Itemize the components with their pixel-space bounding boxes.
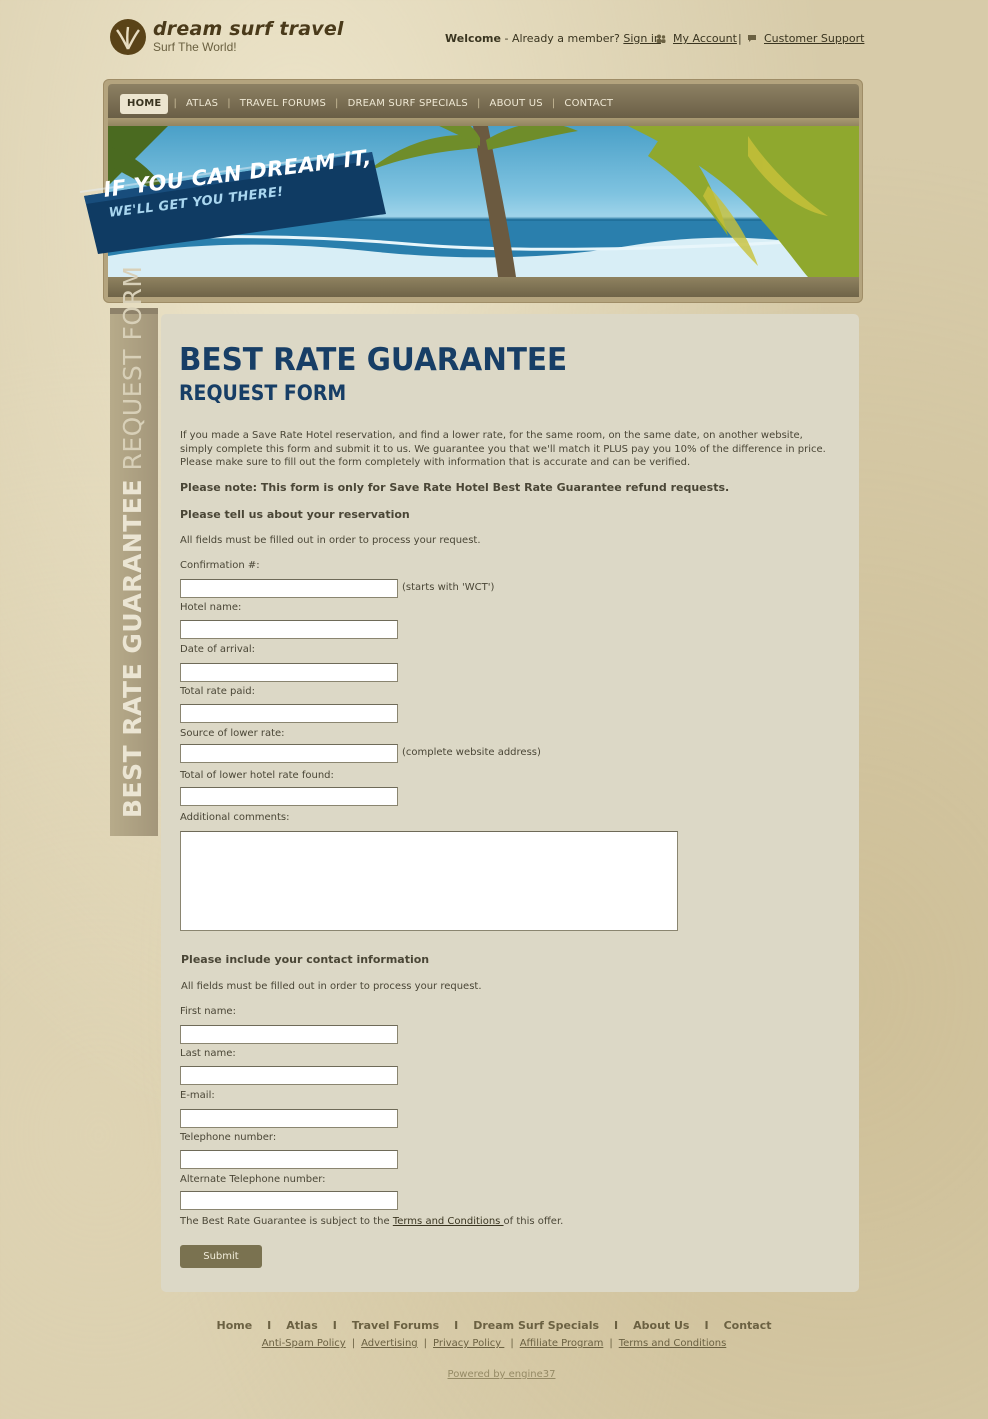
last-name-input[interactable] (180, 1066, 398, 1085)
date-arrival-input[interactable] (180, 663, 398, 682)
terms-conditions-link[interactable]: Terms and Conditions (619, 1338, 727, 1349)
footer-nav: Home I Atlas I Travel Forums I Dream Surf Spec… (0, 1319, 988, 1332)
nav-about-us[interactable]: ABOUT US (486, 94, 547, 114)
powered-by-link[interactable]: Powered by engine37 (448, 1369, 556, 1380)
side-title-bold: BEST RATE GUARANTEE (118, 478, 147, 818)
source-lower-hint: (complete website address) (402, 747, 541, 758)
footer-nav-dream-surf-specials[interactable]: Dream Surf Specials (473, 1319, 599, 1332)
total-lower-label: Total of lower hotel rate found: (180, 770, 334, 781)
terms-link[interactable]: Terms and Conditions (393, 1216, 504, 1227)
footer-nav-about-us[interactable]: About Us (633, 1319, 689, 1332)
top-links-separator: | (738, 32, 742, 45)
side-title-light: REQUEST FORM (118, 265, 147, 479)
welcome-message: Welcome - Already a member? Sign in (445, 32, 661, 45)
nav-separator: | (335, 98, 339, 109)
total-rate-label: Total rate paid: (180, 686, 255, 697)
nav-separator: | (551, 98, 556, 109)
footer-link-separator: | (609, 1338, 613, 1349)
confirmation-input[interactable] (180, 579, 398, 598)
submit-button[interactable]: Submit (180, 1245, 262, 1268)
support-chat-icon (748, 35, 756, 42)
footer-nav-separator: I (614, 1319, 619, 1332)
footer-nav-contact[interactable]: Contact (724, 1319, 772, 1332)
advertising-link[interactable]: Advertising (361, 1338, 418, 1349)
powered-by: Powered by engine37 (0, 1369, 988, 1380)
confirmation-label: Confirmation #: (180, 560, 260, 571)
total-rate-input[interactable] (180, 704, 398, 723)
hotel-name-input[interactable] (180, 620, 398, 639)
footer-nav-travel-forums[interactable]: Travel Forums (352, 1319, 439, 1332)
nav-contact[interactable]: CONTACT (560, 94, 617, 114)
logo-tagline: Surf The World! (153, 40, 237, 54)
alt-telephone-label: Alternate Telephone number: (180, 1174, 326, 1185)
reservation-heading: Please tell us about your reservation (180, 508, 410, 521)
page-subtitle: REQUEST FORM (179, 381, 347, 405)
nav-separator: | (476, 98, 481, 109)
email-input[interactable] (180, 1109, 398, 1128)
customer-support-link[interactable]: Customer Support (764, 32, 864, 45)
footer-link-separator: | (510, 1338, 514, 1349)
nav-stripe (108, 118, 859, 126)
footer-nav-separator: I (704, 1319, 709, 1332)
footer-links: Anti-Spam Policy | Advertising | Privacy Pol… (0, 1338, 988, 1349)
terms-post: of this offer. (503, 1216, 564, 1227)
footer-nav-atlas[interactable]: Atlas (286, 1319, 318, 1332)
page-title: BEST RATE GUARANTEE (179, 342, 568, 378)
nav-travel-forums[interactable]: TRAVEL FORUMS (236, 94, 330, 114)
nav-dream-surf-specials[interactable]: DREAM SURF SPECIALS (344, 94, 472, 114)
logo-leaf-icon (110, 19, 146, 55)
side-title-tab: BEST RATE GUARANTEE REQUEST FORM (110, 265, 158, 836)
my-account-item: My Account (656, 32, 737, 45)
date-arrival-label: Date of arrival: (180, 644, 256, 655)
contact-heading: Please include your contact information (181, 953, 430, 966)
nav-atlas[interactable]: ATLAS (182, 94, 222, 114)
nav-separator: | (227, 98, 231, 109)
nav-separator: | (173, 98, 178, 109)
first-name-label: First name: (180, 1006, 236, 1017)
welcome-label: Welcome (445, 32, 501, 45)
top-links: Welcome - Already a member? Sign in My A… (445, 32, 864, 48)
comments-textarea[interactable] (180, 831, 678, 931)
source-lower-label: Source of lower rate: (180, 728, 285, 739)
customer-support-item: Customer Support (747, 32, 864, 45)
hotel-name-label: Hotel name: (180, 602, 242, 613)
slogan-board: IF YOU CAN DREAM IT, WE'LL GET YOU THERE… (80, 145, 388, 254)
privacy-policy-link[interactable]: Privacy Policy (433, 1338, 504, 1349)
side-title-text: BEST RATE GUARANTEE REQUEST FORM (118, 265, 147, 818)
intro-paragraph: If you made a Save Rate Hotel reservatio… (180, 430, 826, 468)
footer-nav-home[interactable]: Home (216, 1319, 252, 1332)
banner-bottom-bar (108, 277, 859, 297)
footer-nav-separator: I (454, 1319, 459, 1332)
logo-name: dream surf travel (153, 18, 344, 40)
first-name-input[interactable] (180, 1025, 398, 1044)
account-icon (656, 34, 666, 43)
note-text: Please note: This form is only for Save … (180, 481, 730, 494)
welcome-text: - Already a member? (500, 32, 624, 45)
total-lower-input[interactable] (180, 787, 398, 806)
telephone-label: Telephone number: (180, 1132, 277, 1143)
last-name-label: Last name: (180, 1048, 236, 1059)
alt-telephone-input[interactable] (180, 1191, 398, 1210)
footer-nav-separator: I (267, 1319, 272, 1332)
terms-pre: The Best Rate Guarantee is subject to th… (180, 1216, 393, 1227)
terms-text: The Best Rate Guarantee is subject to th… (180, 1216, 563, 1227)
comments-label: Additional comments: (180, 812, 290, 823)
my-account-link[interactable]: My Account (673, 32, 737, 45)
footer-link-separator: | (351, 1338, 356, 1349)
required-note: All fields must be filled out in order t… (180, 535, 481, 546)
source-lower-input[interactable] (180, 744, 398, 763)
email-label: E-mail: (180, 1090, 215, 1101)
nav-home[interactable]: HOME (120, 94, 169, 114)
contact-required-note: All fields must be filled out in order t… (181, 981, 482, 992)
main-nav: HOME | ATLAS | TRAVEL FORUMS | DREAM SURF SPEC… (108, 84, 859, 126)
footer-link-separator: | (423, 1338, 428, 1349)
telephone-input[interactable] (180, 1150, 398, 1169)
affiliate-program-link[interactable]: Affiliate Program (520, 1338, 604, 1349)
anti-spam-link[interactable]: Anti-Spam Policy (262, 1338, 346, 1349)
confirmation-hint: (starts with 'WCT') (402, 582, 495, 593)
footer-nav-separator: I (332, 1319, 337, 1332)
